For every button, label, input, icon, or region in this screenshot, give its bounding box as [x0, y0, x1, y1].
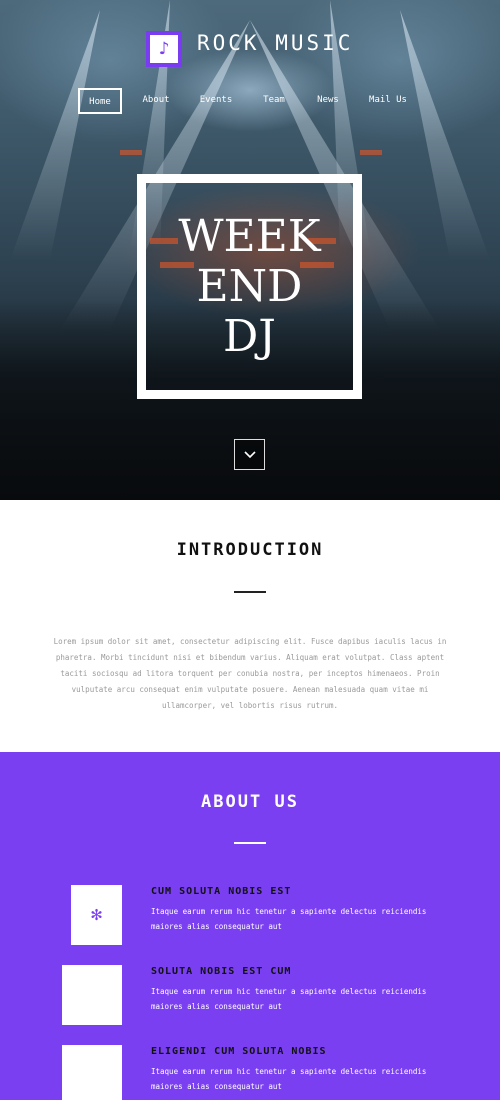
feature-title: CUM SOLUTA NOBIS EST: [151, 886, 292, 897]
hero-section: ♪ ROCK MUSIC Home About Events Team News…: [0, 0, 500, 500]
logo[interactable]: ♪: [146, 31, 182, 67]
feature-description: Itaque earum rerum hic tenetur a sapient…: [151, 1067, 427, 1091]
feature-icon-box: [62, 965, 122, 1025]
main-nav: Home About Events Team News Mail Us: [0, 88, 500, 114]
nav-item-home[interactable]: Home: [78, 88, 122, 114]
about-divider: [234, 842, 266, 844]
introduction-title: INTRODUCTION: [176, 540, 324, 560]
nav-item-mail-us[interactable]: Mail Us: [363, 88, 413, 114]
nav-item-team[interactable]: Team: [255, 88, 293, 114]
feature-title: ELIGENDI CUM SOLUTA NOBIS: [151, 1046, 327, 1057]
feature-item: ✻ CUM SOLUTA NOBIS EST Itaque earum reru…: [0, 885, 500, 947]
feature-item: SOLUTA NOBIS EST CUM Itaque earum rerum …: [0, 965, 500, 1027]
feature-title: SOLUTA NOBIS EST CUM: [151, 966, 292, 977]
feature-item: ELIGENDI CUM SOLUTA NOBIS Itaque earum r…: [0, 1045, 500, 1100]
nav-item-about[interactable]: About: [135, 88, 177, 114]
asterisk-icon: ✻: [90, 906, 103, 924]
about-title: ABOUT US: [201, 792, 299, 812]
hero-title-line-3: DJ: [223, 310, 276, 362]
nav-item-events[interactable]: Events: [195, 88, 237, 114]
hero-title: WEEK END DJ: [178, 210, 321, 362]
hero-title-box: WEEK END DJ: [137, 174, 362, 399]
feature-icon-box: ✻: [71, 885, 122, 945]
feature-icon-box: [62, 1045, 122, 1100]
chevron-down-icon: [243, 450, 256, 458]
scroll-down-button[interactable]: [234, 439, 265, 470]
hero-title-line-2: END: [196, 260, 303, 312]
about-section: ABOUT US ✻ CUM SOLUTA NOBIS EST Itaque e…: [0, 752, 500, 1100]
hero-title-line-1: WEEK: [178, 210, 321, 262]
feature-description: Itaque earum rerum hic tenetur a sapient…: [151, 987, 427, 1011]
music-note-icon: ♪: [158, 38, 170, 59]
introduction-section: INTRODUCTION Lorem ipsum dolor sit amet,…: [0, 500, 500, 752]
nav-item-news[interactable]: News: [309, 88, 347, 114]
brand-name[interactable]: ROCK MUSIC: [197, 31, 353, 55]
introduction-text: Lorem ipsum dolor sit amet, consectetur …: [53, 637, 447, 710]
introduction-divider: [234, 591, 266, 593]
feature-description: Itaque earum rerum hic tenetur a sapient…: [151, 907, 427, 931]
